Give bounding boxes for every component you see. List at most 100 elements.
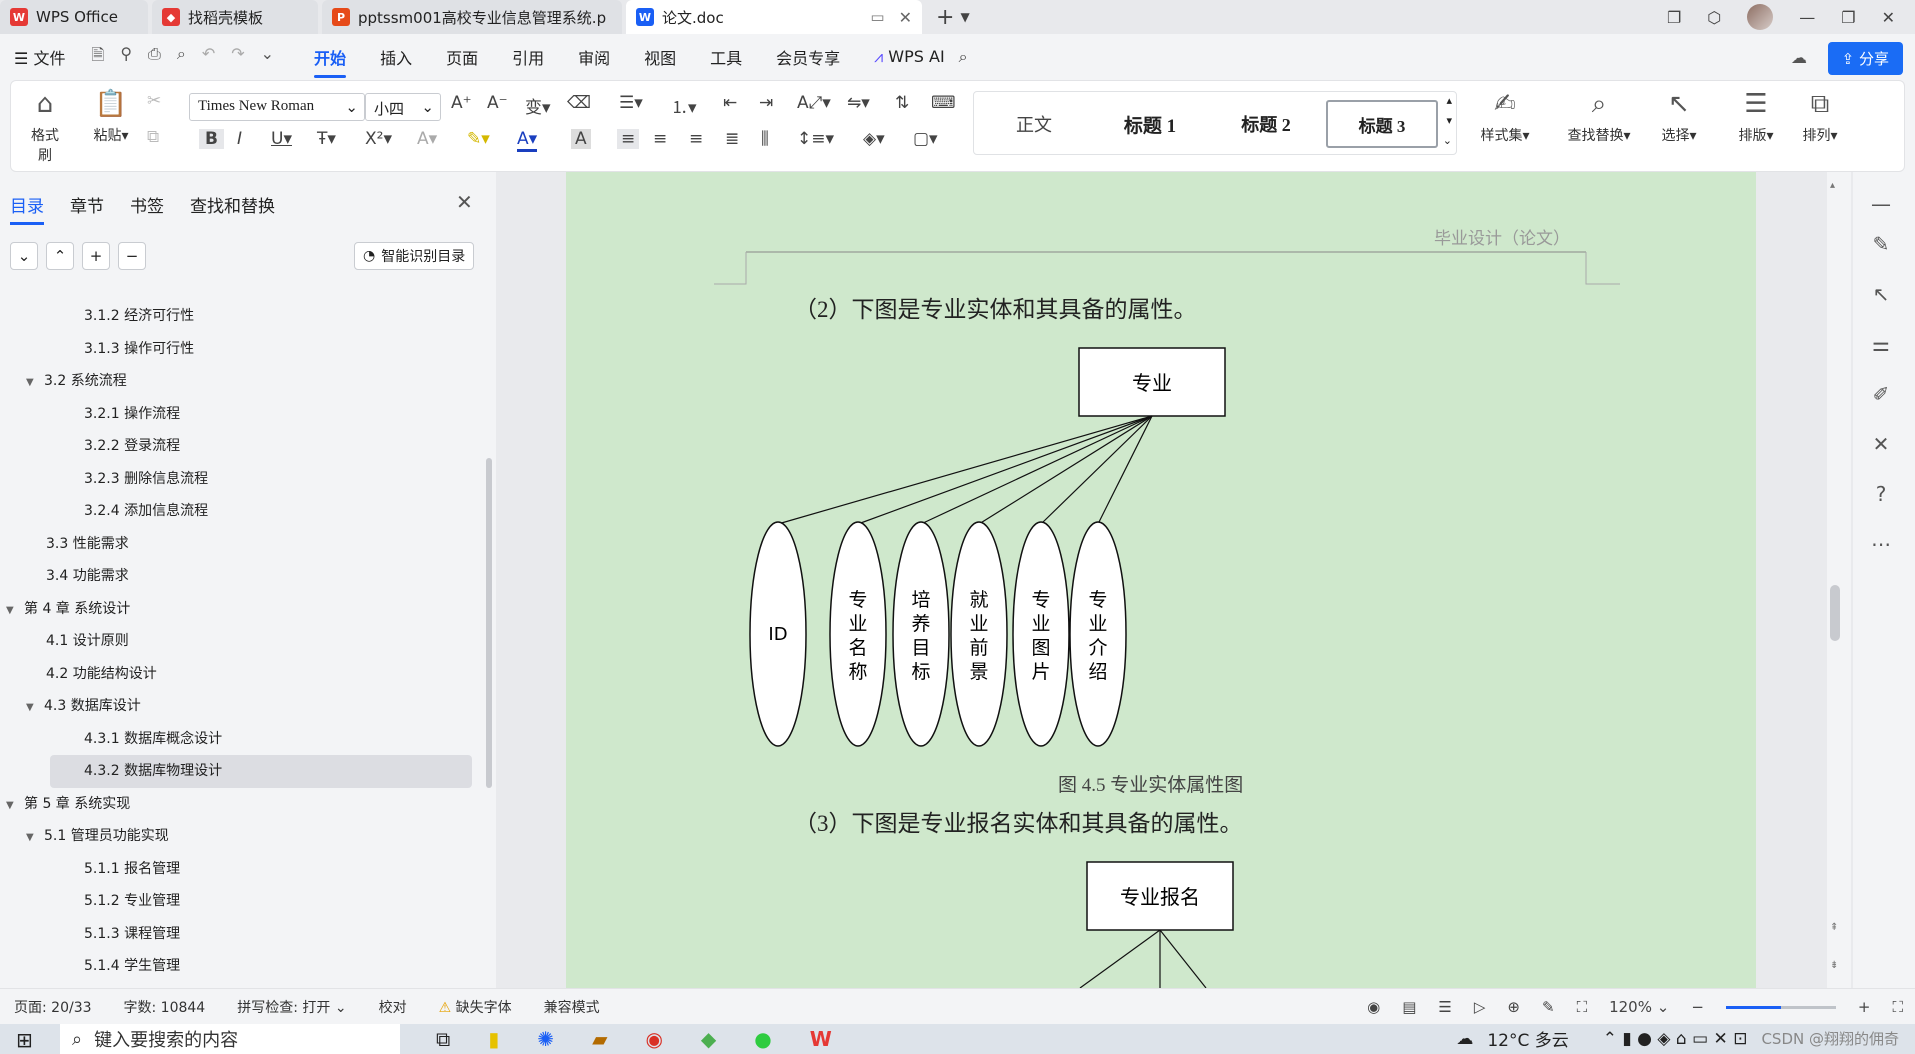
search-icon[interactable]: ⌕: [959, 47, 968, 67]
style-scroll-up-icon[interactable]: ▴: [1446, 94, 1452, 107]
pen-mode-icon[interactable]: ✎: [1542, 998, 1555, 1016]
zoom-slider[interactable]: [1725, 1005, 1836, 1009]
clear-format-icon[interactable]: ⌫: [567, 93, 591, 113]
distribute-icon[interactable]: ⫼: [761, 129, 769, 149]
wps-ai-button[interactable]: ⩘ WPS AI: [874, 47, 945, 67]
scroll-thumb[interactable]: [1830, 585, 1840, 641]
smart-toc-button[interactable]: ◔ 智能识别目录: [354, 242, 475, 270]
tab-toc[interactable]: 目录: [10, 192, 44, 225]
print-preview-icon[interactable]: ⌕: [177, 44, 186, 71]
tab-docer[interactable]: ◆ 找稻壳模板: [152, 0, 318, 34]
cut-icon[interactable]: ✂: [147, 91, 161, 111]
menu-tools[interactable]: 工具: [710, 45, 742, 69]
find-replace-button[interactable]: ⌕ 查找替换▾: [1559, 89, 1639, 145]
spell-check[interactable]: 拼写检查: 打开 ⌄: [237, 997, 346, 1017]
expand-down-button[interactable]: ⌄: [10, 242, 38, 270]
menu-references[interactable]: 引用: [512, 45, 544, 69]
superscript-icon[interactable]: X²▾: [365, 129, 392, 149]
style-expand-icon[interactable]: ⌄: [1443, 134, 1452, 147]
layout-button[interactable]: ☰ 排版▾: [1729, 89, 1783, 145]
minimize-icon[interactable]: —: [1799, 8, 1815, 27]
toc-item[interactable]: ▼ 第 5 章 系统实现: [0, 788, 486, 821]
more-options-icon[interactable]: ⋯: [1866, 532, 1896, 556]
undo-icon[interactable]: ↶: [202, 44, 215, 71]
decrease-indent-icon[interactable]: ⇤: [723, 93, 737, 113]
zoom-select[interactable]: 120% ⌄: [1609, 998, 1669, 1016]
cloud-icon[interactable]: ☁: [1791, 48, 1807, 67]
print-icon[interactable]: ⎙: [148, 44, 161, 71]
expand-triangle-icon[interactable]: ▼: [26, 367, 44, 400]
maximize-icon[interactable]: ❐: [1841, 8, 1855, 27]
document-page[interactable]: 毕业设计（论文） 专业 ID 专业名称培养目标就业前景专业图片专业介绍 专业报名 …: [566, 172, 1756, 988]
adjust-icon[interactable]: ⚌: [1866, 332, 1896, 356]
menu-page[interactable]: 页面: [446, 45, 478, 69]
expand-triangle-icon[interactable]: ▼: [6, 790, 24, 823]
toc-item[interactable]: 3.3 性能需求: [0, 528, 486, 561]
pin-icon[interactable]: ⚲: [120, 44, 132, 71]
fit-icon[interactable]: ⛶: [1577, 998, 1588, 1016]
tab-find-replace[interactable]: 查找和替换: [190, 192, 275, 225]
tab-list-icon[interactable]: ▼: [960, 10, 969, 24]
toc-item[interactable]: 3.1.3 操作可行性: [0, 333, 486, 366]
chinese-layout-icon[interactable]: ⇋▾: [847, 93, 870, 113]
align-left-icon[interactable]: ≡: [617, 129, 640, 149]
format-painter-button[interactable]: ⌂ 格式刷: [25, 89, 65, 165]
font-size-select[interactable]: 小四 ⌄: [365, 93, 441, 121]
text-effect-icon[interactable]: A▾: [417, 129, 437, 149]
toc-item[interactable]: 3.2.3 删除信息流程: [0, 463, 486, 496]
font-name-select[interactable]: Times New Roman ⌄: [189, 93, 365, 121]
italic-icon[interactable]: I: [237, 129, 242, 149]
chrome-icon[interactable]: ◉: [645, 1027, 662, 1051]
help-icon[interactable]: ?: [1866, 482, 1896, 506]
toc-item[interactable]: 3.2.1 操作流程: [0, 398, 486, 431]
pen-icon[interactable]: ✎: [1866, 232, 1896, 256]
close-icon[interactable]: ✕: [456, 190, 473, 214]
increase-indent-icon[interactable]: ⇥: [759, 93, 773, 113]
missing-font[interactable]: ⚠ 缺失字体: [439, 997, 512, 1017]
avatar[interactable]: [1747, 4, 1774, 30]
toc-item[interactable]: 5.1.3 课程管理: [0, 918, 486, 951]
page-view-icon[interactable]: ▤: [1402, 998, 1416, 1016]
bold-icon[interactable]: B: [199, 129, 224, 149]
cube-icon[interactable]: ⬡: [1707, 8, 1721, 27]
float-window-icon[interactable]: ▭: [870, 8, 884, 26]
menu-insert[interactable]: 插入: [380, 45, 412, 69]
toc-item[interactable]: 4.2 功能结构设计: [0, 658, 486, 691]
menu-member[interactable]: 会员专享: [776, 45, 840, 69]
style-heading-1[interactable]: 标题 1: [1094, 100, 1206, 148]
collapse-icon[interactable]: —: [1866, 192, 1896, 216]
add-heading-button[interactable]: +: [82, 242, 110, 270]
menu-review[interactable]: 审阅: [578, 45, 610, 69]
line-spacing-icon[interactable]: ↕≡▾: [797, 129, 834, 149]
vertical-scrollbar[interactable]: [1827, 172, 1851, 988]
align-right-icon[interactable]: ≡: [689, 129, 703, 149]
menu-view[interactable]: 视图: [644, 45, 676, 69]
eye-icon[interactable]: ◉: [1367, 998, 1380, 1016]
toc-item[interactable]: 3.4 功能需求: [0, 560, 486, 593]
toc-item[interactable]: 5.1.4 学生管理: [0, 950, 486, 983]
tools-icon[interactable]: ✕: [1866, 432, 1896, 456]
text-direction-icon[interactable]: A⤢▾: [797, 93, 831, 113]
multi-window-icon[interactable]: ❐: [1667, 8, 1681, 27]
tab-bookmarks[interactable]: 书签: [130, 192, 164, 225]
paste-button[interactable]: 📋 粘贴▾: [89, 89, 133, 145]
numbered-list-icon[interactable]: ⒈▾: [671, 93, 697, 118]
copy-icon[interactable]: ⧉: [147, 127, 159, 147]
app-icon[interactable]: ✺: [537, 1027, 554, 1051]
app-icon[interactable]: ▰: [592, 1027, 607, 1051]
save-icon[interactable]: 🗎: [91, 44, 104, 71]
justify-icon[interactable]: ≣: [725, 129, 739, 149]
tab-chapters[interactable]: 章节: [70, 192, 104, 225]
toc-item[interactable]: 5.1.2 专业管理: [0, 885, 486, 918]
style-scroll-down-icon[interactable]: ▾: [1446, 114, 1452, 127]
grow-font-icon[interactable]: A⁺: [451, 93, 472, 113]
outline-icon[interactable]: ☰: [1438, 998, 1451, 1016]
more-icon[interactable]: ⌄: [261, 44, 274, 71]
toc-item[interactable]: 4.1 设计原则: [0, 625, 486, 658]
toc-item[interactable]: ▼ 4.3 数据库设计: [0, 690, 486, 723]
align-center-icon[interactable]: ≡: [653, 129, 667, 149]
close-window-icon[interactable]: ✕: [1882, 8, 1895, 27]
windows-start-icon[interactable]: ⊞: [16, 1028, 33, 1052]
next-page-icon[interactable]: ⇟: [1830, 960, 1838, 971]
expand-triangle-icon[interactable]: ▼: [26, 822, 44, 855]
